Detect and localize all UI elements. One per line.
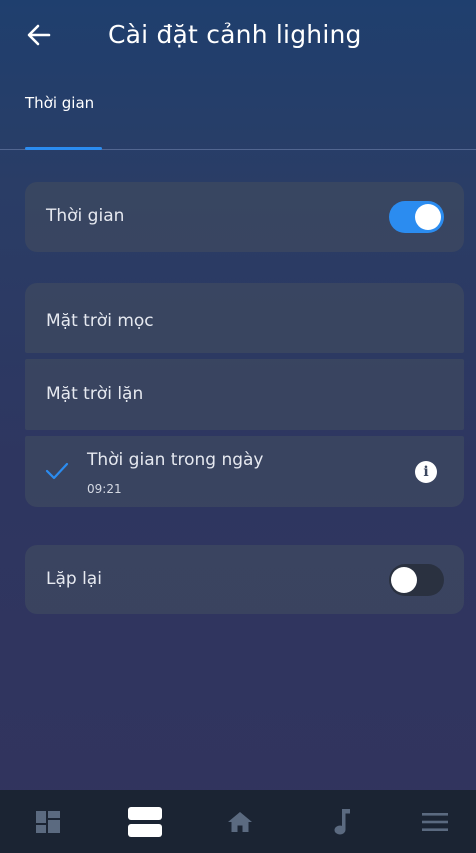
arrow-left-icon [27,24,51,46]
nav-menu[interactable] [405,790,465,853]
nav-scenes[interactable] [115,790,175,853]
daytime-option[interactable]: Thời gian trong ngày 09:21 i [25,436,464,507]
app-header: Cài đặt cảnh lighing [0,0,476,76]
info-button[interactable]: i [415,461,437,483]
tab-time[interactable]: Thời gian [25,94,94,112]
checkmark-icon [45,462,69,480]
repeat-toggle[interactable] [389,564,444,596]
dashboard-grid-icon [36,810,60,833]
daytime-value: 09:21 [87,482,122,496]
menu-icon [422,812,448,831]
nav-dashboard[interactable] [20,790,76,853]
page-title: Cài đặt cảnh lighing [108,20,362,49]
repeat-setting-row: Lặp lại [25,545,464,614]
info-icon: i [423,464,429,480]
toggle-knob [415,204,441,230]
sunrise-option[interactable]: Mặt trời mọc [25,283,464,353]
toggle-knob [391,567,417,593]
time-toggle[interactable] [389,201,444,233]
tab-bar: Thời gian [0,76,476,150]
nav-home[interactable] [210,790,270,853]
back-button[interactable] [22,18,56,52]
bottom-navigation [0,790,476,853]
sunset-label: Mặt trời lặn [46,384,144,404]
tab-active-indicator [25,147,102,150]
repeat-label: Lặp lại [46,569,102,589]
time-setting-row: Thời gian [25,182,464,252]
music-note-icon [334,808,350,834]
sunrise-label: Mặt trời mọc [46,311,154,331]
sunset-option[interactable]: Mặt trời lặn [25,359,464,430]
nav-music[interactable] [312,790,372,853]
scenes-stack-icon [128,806,162,837]
daytime-label: Thời gian trong ngày [87,450,264,470]
time-setting-label: Thời gian [46,206,125,226]
home-icon [228,811,252,832]
